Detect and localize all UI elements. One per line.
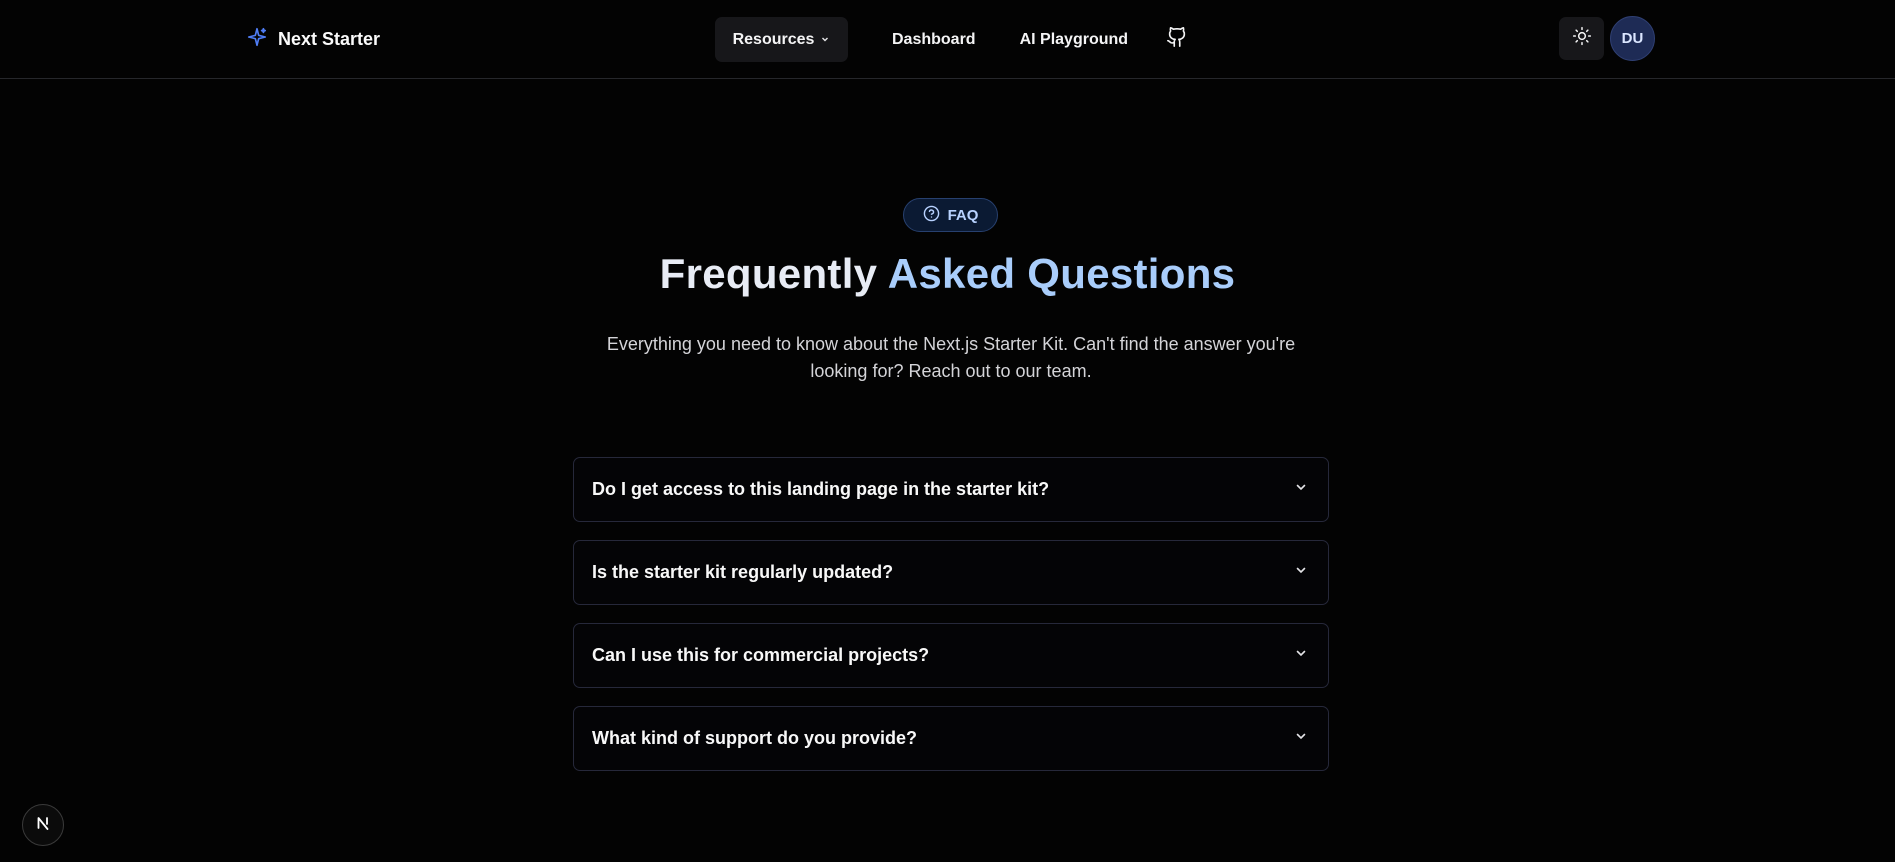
sparkles-icon	[246, 26, 268, 53]
faq-accordion: Do I get access to this landing page in …	[573, 457, 1329, 789]
nav-ai-playground-label: AI Playground	[1019, 30, 1129, 48]
faq-question: Can I use this for commercial projects?	[592, 645, 930, 665]
title-part-1: Frequently	[659, 250, 878, 297]
github-icon	[1166, 26, 1188, 53]
chevron-down-icon	[820, 31, 830, 49]
faq-item[interactable]: Is the starter kit regularly updated?	[573, 540, 1329, 605]
nav-dashboard[interactable]: Dashboard	[874, 17, 994, 62]
avatar-initials: DU	[1621, 30, 1644, 47]
nav-resources-dropdown[interactable]: Resources	[715, 17, 848, 62]
chevron-down-icon	[1294, 480, 1308, 499]
page-subtitle: Everything you need to know about the Ne…	[606, 334, 1296, 381]
faq-item[interactable]: What kind of support do you provide?	[573, 706, 1329, 771]
chevron-down-icon	[1294, 646, 1308, 665]
faq-item[interactable]: Can I use this for commercial projects?	[573, 623, 1329, 688]
faq-question: What kind of support do you provide?	[592, 728, 917, 748]
nav-dashboard-label: Dashboard	[892, 30, 976, 48]
help-circle-icon	[923, 205, 940, 226]
github-link[interactable]	[1154, 17, 1200, 62]
theme-toggle-button[interactable]	[1559, 17, 1604, 60]
brand-name: Next Starter	[278, 28, 381, 49]
title-part-2: Asked Questions	[887, 250, 1236, 297]
nextjs-logo-icon	[33, 813, 53, 838]
chevron-down-icon	[1294, 563, 1308, 582]
nav-resources-label: Resources	[732, 30, 815, 48]
top-navbar: Next Starter Resources Dashboard AI Play…	[0, 0, 1895, 79]
faq-badge: FAQ	[903, 198, 998, 232]
brand-link[interactable]: Next Starter	[246, 24, 380, 54]
nextjs-dev-indicator[interactable]	[22, 804, 64, 846]
faq-badge-label: FAQ	[947, 206, 979, 224]
sun-icon	[1572, 26, 1592, 51]
nav-ai-playground[interactable]: AI Playground	[1002, 17, 1146, 62]
chevron-down-icon	[1294, 729, 1308, 748]
faq-question: Do I get access to this landing page in …	[592, 479, 1050, 499]
page-title: Frequently Asked Questions	[0, 250, 1895, 298]
main-nav: Resources Dashboard AI Playground	[715, 17, 1200, 62]
user-avatar[interactable]: DU	[1610, 16, 1655, 61]
faq-item[interactable]: Do I get access to this landing page in …	[573, 457, 1329, 522]
faq-question: Is the starter kit regularly updated?	[592, 562, 894, 582]
